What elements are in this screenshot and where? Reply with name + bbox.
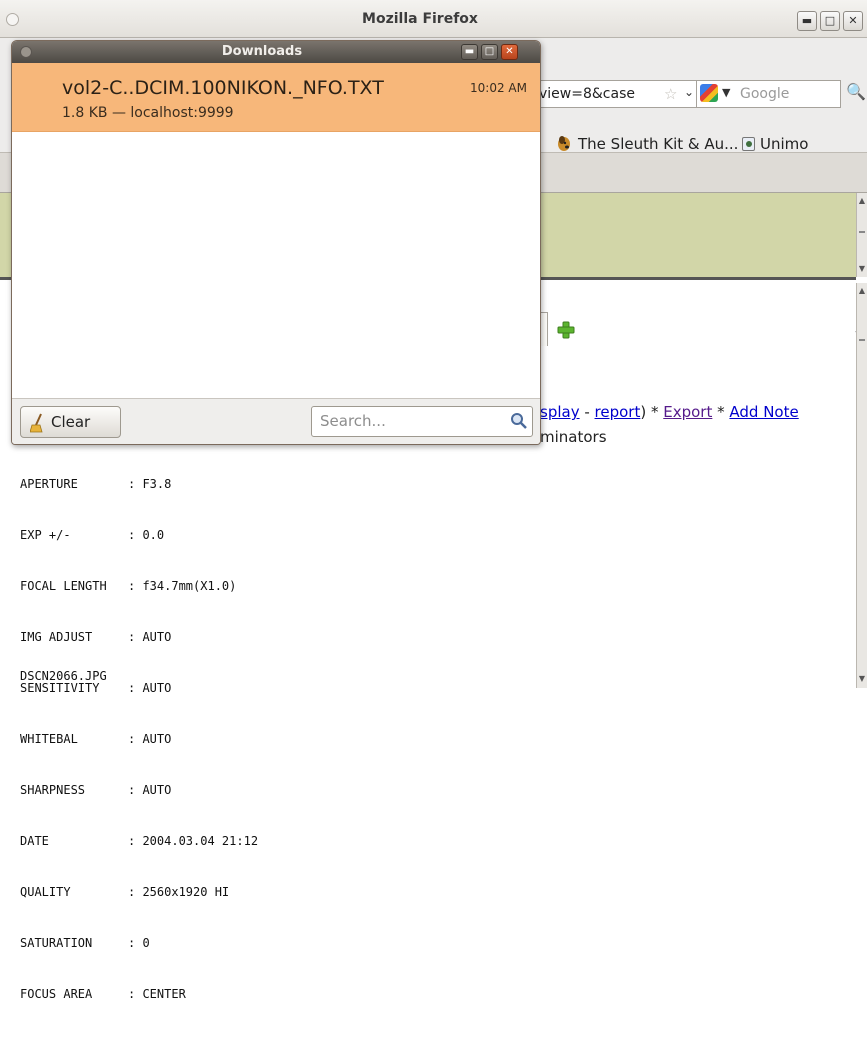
download-filename: vol2-C..DCIM.100NIKON._NFO.TXT: [62, 77, 384, 99]
clear-list-button[interactable]: Clear List: [20, 406, 121, 444]
exif-row: FOCUS AREA : CENTER: [20, 986, 258, 1003]
minimize-icon[interactable]: ▬: [461, 44, 478, 60]
exif-value: : 0.0: [128, 528, 165, 542]
exif-key: EXP +/-: [20, 528, 71, 542]
export-link[interactable]: Export: [663, 403, 712, 421]
exif-row: IMG ADJUST : AUTO: [20, 629, 258, 646]
exif-value: : AUTO: [128, 630, 172, 644]
exif-key: WHITEBAL: [20, 732, 78, 746]
close-icon[interactable]: ✕: [501, 44, 518, 60]
maximize-icon[interactable]: □: [481, 44, 498, 60]
link-separator: ) *: [640, 403, 664, 421]
web-search-placeholder: Google: [740, 86, 790, 102]
exif-row: WHITEBAL : AUTO: [20, 731, 258, 748]
download-time: 10:02 AM: [470, 81, 527, 95]
downloads-window: Downloads ▬ □ ✕ vol2-C..DCIM.100NIKON._N…: [11, 40, 541, 445]
google-engine-icon[interactable]: [700, 84, 718, 102]
exif-key: SHARPNESS: [20, 783, 86, 797]
exif-value: : AUTO: [128, 783, 172, 797]
exif-key: QUALITY: [20, 885, 71, 899]
link-separator: -: [579, 403, 595, 421]
search-icon[interactable]: [510, 412, 528, 430]
scroll-down-icon[interactable]: ▼: [857, 263, 867, 275]
downloads-search-input[interactable]: Search...: [311, 406, 533, 437]
download-status: 1.8 KB — localhost:9999: [62, 105, 234, 121]
exif-value: : AUTO: [128, 732, 172, 746]
exif-row: DATE : 2004.03.04 21:12: [20, 833, 258, 850]
exif-row: QUALITY : 2560x1920 HI: [20, 884, 258, 901]
exif-value: : AUTO: [128, 681, 172, 695]
downloads-footer: Clear List Search...: [12, 398, 540, 444]
broom-icon: [30, 413, 43, 433]
exif-row: APERTURE : F3.8: [20, 476, 258, 493]
exif-value: : F3.8: [128, 477, 172, 491]
exif-value: : f34.7mm(X1.0): [128, 579, 237, 593]
exif-key: APERTURE: [20, 477, 78, 491]
exif-row: SHARPNESS : AUTO: [20, 782, 258, 799]
window-title: Mozilla Firefox: [362, 11, 478, 27]
frame-subtext: minators: [540, 428, 607, 446]
exif-key: SATURATION: [20, 936, 93, 950]
bookmark-unimo[interactable]: Unimo: [760, 135, 808, 153]
search-engine-dropdown-icon[interactable]: ▼: [722, 86, 730, 99]
content-scrollbar[interactable]: ▲ ▼: [856, 283, 867, 688]
bookmark-star-icon[interactable]: ☆: [664, 85, 677, 103]
add-note-link[interactable]: Add Note: [729, 403, 798, 421]
minimize-icon[interactable]: ▬: [797, 11, 817, 31]
sleuth-dog-icon: [558, 136, 570, 151]
downloads-list: vol2-C..DCIM.100NIKON._NFO.TXT 1.8 KB — …: [12, 63, 540, 398]
scroll-up-icon[interactable]: ▲: [857, 195, 867, 207]
page-icon: [742, 137, 755, 151]
frame-scrollbar[interactable]: ▲ ▼: [856, 193, 867, 277]
exif-row: FOCAL LENGTH : f34.7mm(X1.0): [20, 578, 258, 595]
exif-value: : 2004.03.04 21:12: [128, 834, 259, 848]
exif-value: : 0: [128, 936, 150, 950]
next-filename: DSCN2066.JPG: [20, 669, 107, 683]
exif-listing: APERTURE : F3.8 EXP +/- : 0.0 FOCAL LENGTH…: [20, 442, 258, 1037]
close-icon[interactable]: ✕: [843, 11, 863, 31]
display-link[interactable]: splay: [540, 403, 580, 421]
search-magnifier-icon[interactable]: 🔍: [846, 82, 866, 101]
exif-key: IMG ADJUST: [20, 630, 93, 644]
downloads-search-placeholder: Search...: [320, 412, 386, 430]
new-tab-plus-icon[interactable]: [556, 320, 576, 340]
scroll-grip-icon[interactable]: [859, 231, 865, 233]
exif-key: DATE: [20, 834, 49, 848]
maximize-icon[interactable]: □: [820, 11, 840, 31]
scroll-grip-icon[interactable]: [859, 339, 865, 341]
exif-value: : CENTER: [128, 987, 186, 1001]
exif-row: EXP +/- : 0.0: [20, 527, 258, 544]
url-history-dropdown-icon[interactable]: ⌄: [684, 85, 694, 99]
downloads-titlebar[interactable]: Downloads ▬ □ ✕: [12, 41, 540, 63]
clear-list-label: Clear List: [51, 413, 91, 444]
firefox-titlebar: Mozilla Firefox ▬ □ ✕: [0, 0, 867, 38]
scroll-down-icon[interactable]: ▼: [857, 673, 867, 685]
bookmark-sleuth-kit[interactable]: The Sleuth Kit & Au...: [578, 135, 738, 153]
download-item[interactable]: vol2-C..DCIM.100NIKON._NFO.TXT 1.8 KB — …: [12, 63, 540, 132]
downloads-title: Downloads: [221, 44, 303, 59]
scroll-up-icon[interactable]: ▲: [857, 285, 867, 297]
exif-key: FOCAL LENGTH: [20, 579, 107, 593]
frame-link-row: splay - report) * Export * Add Note: [540, 403, 799, 421]
link-separator: *: [712, 403, 730, 421]
exif-value: : 2560x1920 HI: [128, 885, 230, 899]
exif-row: SATURATION : 0: [20, 935, 258, 952]
report-link[interactable]: report: [595, 403, 641, 421]
exif-key: FOCUS AREA: [20, 987, 93, 1001]
